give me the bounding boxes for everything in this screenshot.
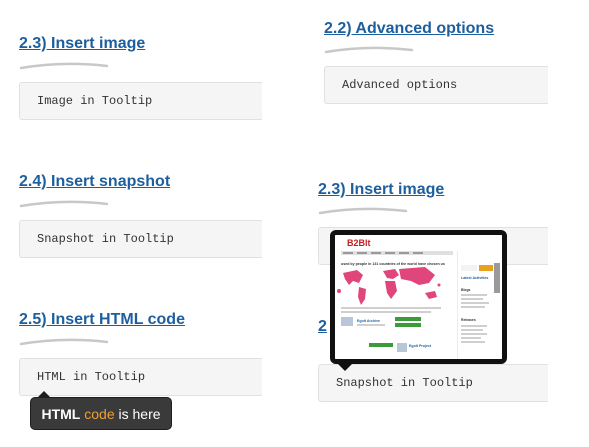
heading-underline-swoosh bbox=[19, 338, 109, 346]
advanced-options-trigger-box[interactable]: Advanced options bbox=[324, 66, 548, 104]
heading-underline-swoosh bbox=[19, 200, 109, 208]
snapshot-sidebar-blogs: Blogs bbox=[461, 288, 471, 292]
heading-underline-swoosh bbox=[19, 62, 109, 70]
box-label: HTML in Tooltip bbox=[37, 370, 146, 384]
section-heading-advanced-options[interactable]: 2.2) Advanced options bbox=[324, 20, 494, 38]
box-label: Advanced options bbox=[342, 78, 458, 92]
snapshot-link-2: Egolt Project bbox=[409, 344, 432, 348]
box-label: Snapshot in Tooltip bbox=[37, 232, 174, 246]
section-heading-insert-html[interactable]: 2.5) Insert HTML code bbox=[19, 311, 185, 329]
tooltip-html-word: HTML bbox=[41, 405, 81, 422]
snapshot-headline: used by people in 131 countries of the w… bbox=[341, 262, 445, 266]
snapshot-logo: B2Blt bbox=[347, 238, 371, 248]
snapshot-tooltip: B2Blt used by people in 131 countries of… bbox=[330, 230, 507, 364]
section-heading-insert-image-right[interactable]: 2.3) Insert image bbox=[318, 181, 444, 199]
tooltip-rest: is here bbox=[118, 405, 161, 422]
snapshot-tooltip-trigger-box[interactable]: Snapshot in Tooltip bbox=[19, 220, 262, 258]
tooltip-arrow bbox=[37, 391, 51, 398]
tooltip-code-word: code bbox=[84, 405, 115, 422]
snapshot-sidebar-releases: Releases bbox=[461, 318, 476, 322]
website-snapshot-image: B2Blt used by people in 131 countries of… bbox=[335, 235, 502, 359]
snapshot-tooltip-trigger-box-right[interactable]: Snapshot in Tooltip bbox=[318, 364, 548, 402]
box-label: Image in Tooltip bbox=[37, 94, 153, 108]
html-tooltip: HTML code is here bbox=[30, 391, 172, 430]
snapshot-sidebar-title: Latest Activities bbox=[461, 276, 488, 280]
snapshot-link-1: Egolt Archive bbox=[357, 319, 380, 323]
html-tooltip-trigger-box[interactable]: HTML in Tooltip bbox=[19, 358, 262, 396]
section-heading-partial[interactable]: 2 bbox=[318, 318, 327, 336]
section-heading-insert-snapshot[interactable]: 2.4) Insert snapshot bbox=[19, 173, 170, 191]
section-heading-insert-image[interactable]: 2.3) Insert image bbox=[19, 35, 145, 53]
snapshot-tooltip-arrow bbox=[338, 364, 352, 371]
heading-underline-swoosh bbox=[324, 46, 414, 54]
box-label: Snapshot in Tooltip bbox=[336, 376, 473, 390]
heading-underline-swoosh bbox=[318, 207, 408, 215]
image-tooltip-trigger-box[interactable]: Image in Tooltip bbox=[19, 82, 262, 120]
